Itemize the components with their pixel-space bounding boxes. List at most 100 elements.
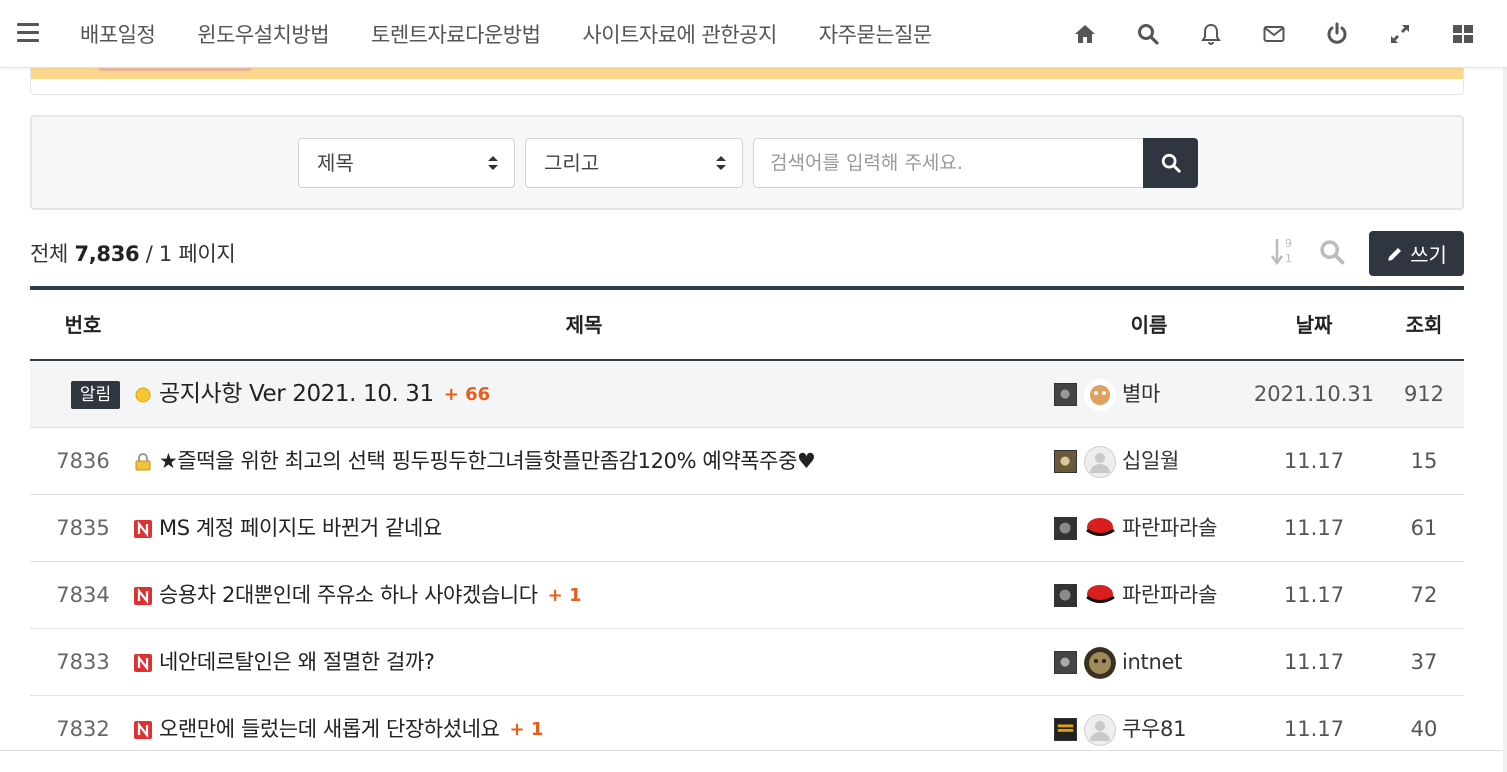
table-row[interactable]: 7836 ★즐떡을 위한 최고의 선택 핑두핑두한그녀들핫플만좀감120% 예약…	[30, 428, 1464, 495]
write-button[interactable]: 쓰기	[1369, 231, 1464, 276]
author-name[interactable]: 십일월	[1122, 428, 1179, 495]
author-name[interactable]: 파란파라솔	[1122, 495, 1217, 562]
post-hits: 15	[1410, 449, 1438, 473]
nav-links: 배포일정 윈도우설치방법 토렌트자료다운방법 사이트자료에 관한공지 자주묻는질…	[80, 0, 974, 68]
level-icon	[1054, 450, 1077, 473]
table-row[interactable]: 7834 승용차 2대뿐인데 주유소 하나 사야겠습니다 + 1 파란파라솔 1…	[30, 562, 1464, 629]
expand-icon[interactable]	[1386, 20, 1414, 48]
power-icon[interactable]	[1323, 20, 1351, 48]
level-icon	[1054, 584, 1077, 607]
scrollbar[interactable]	[1503, 0, 1507, 772]
post-number: 7834	[56, 583, 110, 607]
post-number: 7833	[56, 650, 110, 674]
column-number[interactable]: 번호	[30, 290, 136, 361]
svg-text:9: 9	[1285, 237, 1292, 250]
post-hits: 912	[1403, 382, 1445, 406]
post-date: 2021.10.31	[1253, 382, 1375, 406]
banner-area	[30, 68, 1464, 95]
write-label: 쓰기	[1410, 243, 1447, 267]
post-subject[interactable]: 승용차 2대뿐인데 주유소 하나 사야겠습니다	[159, 562, 538, 629]
post-subject[interactable]: MS 계정 페이지도 바뀐거 같네요	[159, 495, 442, 562]
search-input[interactable]: 검색어를 입력해 주세요.	[753, 138, 1145, 188]
author-name[interactable]: intnet	[1122, 629, 1182, 696]
avatar	[1084, 378, 1116, 411]
banner-image[interactable]	[31, 68, 1463, 79]
author-name[interactable]: 별마	[1122, 361, 1160, 428]
new-icon	[134, 586, 152, 605]
subject-cell[interactable]: 승용차 2대뿐인데 주유소 하나 사야겠습니다 + 1	[134, 562, 1034, 629]
sun-icon	[135, 387, 151, 402]
top-navbar: 배포일정 윈도우설치방법 토렌트자료다운방법 사이트자료에 관한공지 자주묻는질…	[0, 0, 1507, 68]
level-icon	[1054, 718, 1077, 741]
envelope-icon[interactable]	[1260, 20, 1288, 48]
bottom-edge	[0, 750, 1507, 772]
nav-link-torrent-download[interactable]: 토렌트자료다운방법	[371, 19, 541, 49]
search-field-select[interactable]: 제목	[298, 138, 515, 188]
sort-icon[interactable]: 9 1	[1270, 236, 1296, 266]
avatar	[1084, 646, 1116, 679]
total-count: 7,836	[74, 242, 140, 266]
notice-badge: 알림	[70, 381, 121, 409]
subject-cell[interactable]: MS 계정 페이지도 바뀐거 같네요	[134, 495, 1034, 562]
nav-link-site-notice[interactable]: 사이트자료에 관한공지	[582, 19, 777, 49]
post-hits: 72	[1410, 583, 1438, 607]
level-icon	[1054, 517, 1077, 540]
search-icon[interactable]	[1134, 20, 1162, 48]
comment-count: + 1	[547, 585, 582, 606]
post-date: 11.17	[1283, 650, 1345, 674]
new-icon	[134, 653, 152, 672]
column-name[interactable]: 이름	[1054, 290, 1244, 361]
post-date: 11.17	[1283, 583, 1345, 607]
post-date: 11.17	[1283, 449, 1345, 473]
search-condition-select[interactable]: 그리고	[525, 138, 743, 188]
table-row[interactable]: 7833 네안데르탈인은 왜 절멸한 걸까? intnet 11.17 37	[30, 629, 1464, 696]
author-cell[interactable]: 별마	[1054, 361, 1244, 428]
author-name[interactable]: 파란파라솔	[1122, 562, 1217, 629]
board-search-icon[interactable]	[1318, 238, 1346, 266]
column-hits[interactable]: 조회	[1384, 290, 1464, 361]
bell-icon[interactable]	[1197, 20, 1225, 48]
nav-link-release-schedule[interactable]: 배포일정	[80, 19, 156, 49]
search-panel: 제목 그리고 검색어를 입력해 주세요.	[30, 115, 1464, 210]
select-arrows-icon	[716, 156, 726, 170]
author-cell[interactable]: 십일월	[1054, 428, 1244, 495]
author-cell[interactable]: 파란파라솔	[1054, 495, 1244, 562]
table-row[interactable]: 7835 MS 계정 페이지도 바뀐거 같네요 파란파라솔 11.17 61	[30, 495, 1464, 562]
search-submit-button[interactable]	[1143, 138, 1198, 188]
svg-text:1: 1	[1285, 252, 1292, 265]
post-number: 7835	[56, 516, 110, 540]
notice-subject[interactable]: 공지사항 Ver 2021. 10. 31	[159, 361, 434, 428]
avatar	[1084, 579, 1116, 612]
column-date[interactable]: 날짜	[1244, 290, 1384, 361]
post-hits: 37	[1410, 650, 1438, 674]
grid-icon[interactable]	[1449, 20, 1477, 48]
pencil-icon	[1388, 247, 1402, 261]
avatar	[1084, 713, 1116, 746]
home-icon[interactable]	[1071, 20, 1099, 48]
search-condition-value: 그리고	[544, 151, 600, 175]
search-icon	[1161, 153, 1181, 173]
post-subject[interactable]: ★즐떡을 위한 최고의 선택 핑두핑두한그녀들핫플만좀감120% 예약폭주중♥	[159, 428, 816, 495]
author-cell[interactable]: 파란파라솔	[1054, 562, 1244, 629]
notice-row[interactable]: 알림 공지사항 Ver 2021. 10. 31 + 66 별마 2021.10…	[30, 361, 1464, 428]
search-field-value: 제목	[317, 151, 354, 175]
author-cell[interactable]: intnet	[1054, 629, 1244, 696]
select-arrows-icon	[488, 156, 498, 170]
subject-cell[interactable]: 네안데르탈인은 왜 절멸한 걸까?	[134, 629, 1034, 696]
column-subject[interactable]: 제목	[134, 290, 1034, 361]
post-table: 번호 제목 이름 날짜 조회 알림 공지사항 Ver 2021. 10. 31 …	[30, 286, 1464, 763]
nav-link-faq[interactable]: 자주묻는질문	[819, 19, 932, 49]
nav-link-windows-install[interactable]: 윈도우설치방법	[197, 19, 329, 49]
top-icon-group	[1036, 0, 1477, 68]
post-date: 11.17	[1283, 516, 1345, 540]
level-icon	[1054, 651, 1077, 674]
lock-icon	[135, 452, 151, 470]
post-hits: 61	[1410, 516, 1438, 540]
new-icon	[134, 519, 152, 538]
avatar	[1084, 512, 1116, 545]
hamburger-menu-icon[interactable]	[17, 23, 39, 43]
notice-subject-cell[interactable]: 공지사항 Ver 2021. 10. 31 + 66	[134, 361, 1034, 428]
post-number: 7836	[56, 449, 110, 473]
post-subject[interactable]: 네안데르탈인은 왜 절멸한 걸까?	[159, 629, 435, 696]
subject-cell[interactable]: ★즐떡을 위한 최고의 선택 핑두핑두한그녀들핫플만좀감120% 예약폭주중♥	[134, 428, 1034, 495]
